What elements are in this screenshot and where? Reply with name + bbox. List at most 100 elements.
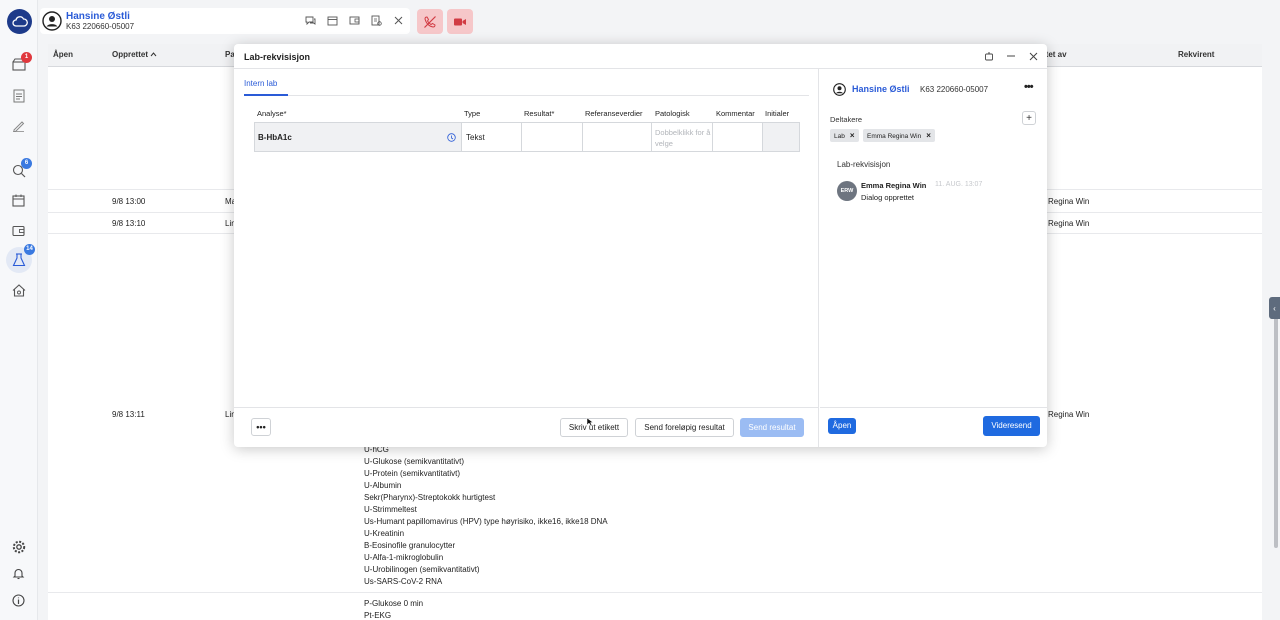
- table-row[interactable]: [48, 592, 1262, 620]
- kommentar-input[interactable]: [713, 123, 763, 151]
- side-panel-toggle[interactable]: ‹: [1269, 297, 1280, 319]
- ellipsis-icon: •••: [256, 422, 266, 432]
- row-time: 9/8 13:00: [112, 197, 146, 206]
- col-apen[interactable]: Åpen: [53, 50, 73, 59]
- top-bar: Hansine Østli K63 220660-05007: [38, 0, 1280, 44]
- patient-tools: [304, 14, 405, 27]
- calendar-icon[interactable]: [10, 192, 27, 209]
- chevron-left-icon: ‹: [1273, 303, 1276, 313]
- archive-icon[interactable]: 1: [10, 52, 32, 73]
- patient-name[interactable]: Hansine Østli: [66, 11, 130, 22]
- tab-intern-lab[interactable]: Intern lab: [244, 79, 277, 88]
- lab-requisition-dialog: Lab-rekvisisjon Intern lab Analyse* Type…: [234, 44, 1047, 447]
- row-time: 9/8 13:10: [112, 219, 146, 228]
- analysis-item: U-Kreatinin: [364, 529, 405, 538]
- dialog-patient-id: K63 220660-05007: [920, 85, 989, 94]
- chat-search-icon[interactable]: 6: [10, 158, 32, 179]
- avatar: ERW: [837, 181, 857, 201]
- col-analyse: Analyse*: [257, 109, 287, 118]
- analysis-item: Sekr(Pharynx)-Streptokokk hurtigtest: [364, 493, 496, 502]
- print-label-button[interactable]: Skriv ut etikett: [560, 418, 628, 437]
- dialog-patient-header[interactable]: Hansine Østli K63 220660-05007 •••: [828, 79, 1036, 99]
- person-icon: [833, 83, 846, 96]
- info-icon[interactable]: [10, 592, 27, 609]
- robot-icon[interactable]: [983, 50, 995, 62]
- chip-label: Lab: [834, 133, 845, 140]
- analysis-item: Us-SARS-CoV-2 RNA: [364, 577, 443, 586]
- tab-divider: [244, 95, 809, 96]
- phone-off-button[interactable]: [417, 9, 443, 34]
- mouse-cursor-icon: [586, 417, 594, 427]
- lab-badge: 14: [24, 244, 35, 255]
- send-result-button[interactable]: Send resultat: [740, 418, 804, 437]
- col-patologisk: Patologisk: [655, 109, 690, 118]
- col-rekvirent[interactable]: Rekvirent: [1178, 50, 1214, 59]
- col-opprettet[interactable]: Opprettet: [112, 50, 148, 59]
- wallet-icon[interactable]: [10, 222, 27, 239]
- scroll-thumb[interactable]: [1274, 298, 1278, 548]
- close-patient-icon[interactable]: [392, 14, 405, 27]
- forward-button[interactable]: Videresend: [983, 416, 1040, 436]
- sort-asc-icon[interactable]: [150, 50, 157, 59]
- dialog-patient-name[interactable]: Hansine Østli: [852, 84, 910, 94]
- person-icon: [42, 11, 62, 31]
- participant-chip: Emma Regina Win ×: [863, 129, 935, 142]
- chat-icon[interactable]: [304, 14, 317, 27]
- analysis-item: U-Strimmeltest: [364, 505, 417, 514]
- analysis-row[interactable]: B-HbA1c Tekst Dobbelklikk for å velge: [254, 122, 800, 152]
- analysis-item: U-Glukose (semikvantitativt): [364, 457, 465, 466]
- row-time: 9/8 13:11: [112, 410, 145, 419]
- footer-divider: [234, 407, 819, 408]
- dialog-header: Lab-rekvisisjon: [234, 44, 1047, 69]
- initialer-cell: [763, 123, 799, 151]
- add-participant-button[interactable]: +: [1022, 111, 1036, 125]
- analysis-item: Pt-EKG: [364, 611, 392, 620]
- analysis-item: Us-Humant papillomavirus (HPV) type høyr…: [364, 517, 608, 526]
- bell-icon[interactable]: [10, 565, 27, 582]
- calendar-small-icon[interactable]: [326, 14, 339, 27]
- dialog-left-pane: Intern lab Analyse* Type Resultat* Refer…: [234, 69, 819, 447]
- resultat-input[interactable]: [522, 123, 583, 151]
- settings-gear-icon[interactable]: [10, 538, 27, 555]
- archive-badge: 1: [21, 52, 32, 63]
- video-camera-icon: [454, 18, 466, 25]
- chip-label: Emma Regina Win: [867, 133, 922, 140]
- home-icon[interactable]: [10, 282, 27, 299]
- open-button[interactable]: Åpen: [828, 418, 856, 434]
- patologisk-hint: Dobbelklikk for å velge: [655, 128, 711, 148]
- patient-header[interactable]: Hansine Østli K63 220660-05007: [40, 8, 410, 34]
- participant-chip: Lab ×: [830, 129, 859, 142]
- ellipsis-icon[interactable]: •••: [1024, 81, 1034, 93]
- remove-chip-icon[interactable]: ×: [926, 131, 931, 140]
- close-icon[interactable]: [1027, 50, 1039, 62]
- type-cell: Tekst: [462, 123, 522, 151]
- chat-badge: 6: [21, 158, 32, 169]
- type-value: Tekst: [466, 133, 485, 142]
- plus-icon: +: [1026, 112, 1032, 124]
- row-by: Regina Win: [1048, 197, 1090, 206]
- referanse-cell: [583, 123, 652, 151]
- lab-list-icon[interactable]: [370, 14, 383, 27]
- activity-message: Dialog opprettet: [861, 193, 914, 202]
- footer-divider: [820, 407, 1047, 408]
- page-scrollbar[interactable]: [1273, 44, 1279, 620]
- analyse-cell[interactable]: B-HbA1c: [255, 123, 462, 151]
- lab-flask-icon[interactable]: 14: [6, 244, 35, 273]
- more-options-button[interactable]: •••: [251, 418, 271, 436]
- col-type: Type: [464, 109, 481, 118]
- video-button[interactable]: [447, 9, 473, 34]
- remove-chip-icon[interactable]: ×: [850, 131, 855, 140]
- analysis-item: P-Glukose 0 min: [364, 599, 424, 608]
- patologisk-select[interactable]: Dobbelklikk for å velge: [652, 123, 713, 151]
- pen-icon[interactable]: [10, 117, 27, 134]
- wallet-small-icon[interactable]: [348, 14, 361, 27]
- send-prelim-button[interactable]: Send foreløpig resultat: [635, 418, 734, 437]
- analysis-item: U-Urobilinogen (semikvantitativt): [364, 565, 480, 574]
- left-sidebar: 1 6 14: [0, 0, 38, 620]
- minimize-icon[interactable]: [1005, 50, 1017, 62]
- info-icon[interactable]: [447, 133, 456, 142]
- app-logo[interactable]: [7, 9, 32, 34]
- dialog-title: Lab-rekvisisjon: [244, 52, 311, 62]
- dialog-controls: [983, 50, 1039, 62]
- document-icon[interactable]: [10, 87, 27, 104]
